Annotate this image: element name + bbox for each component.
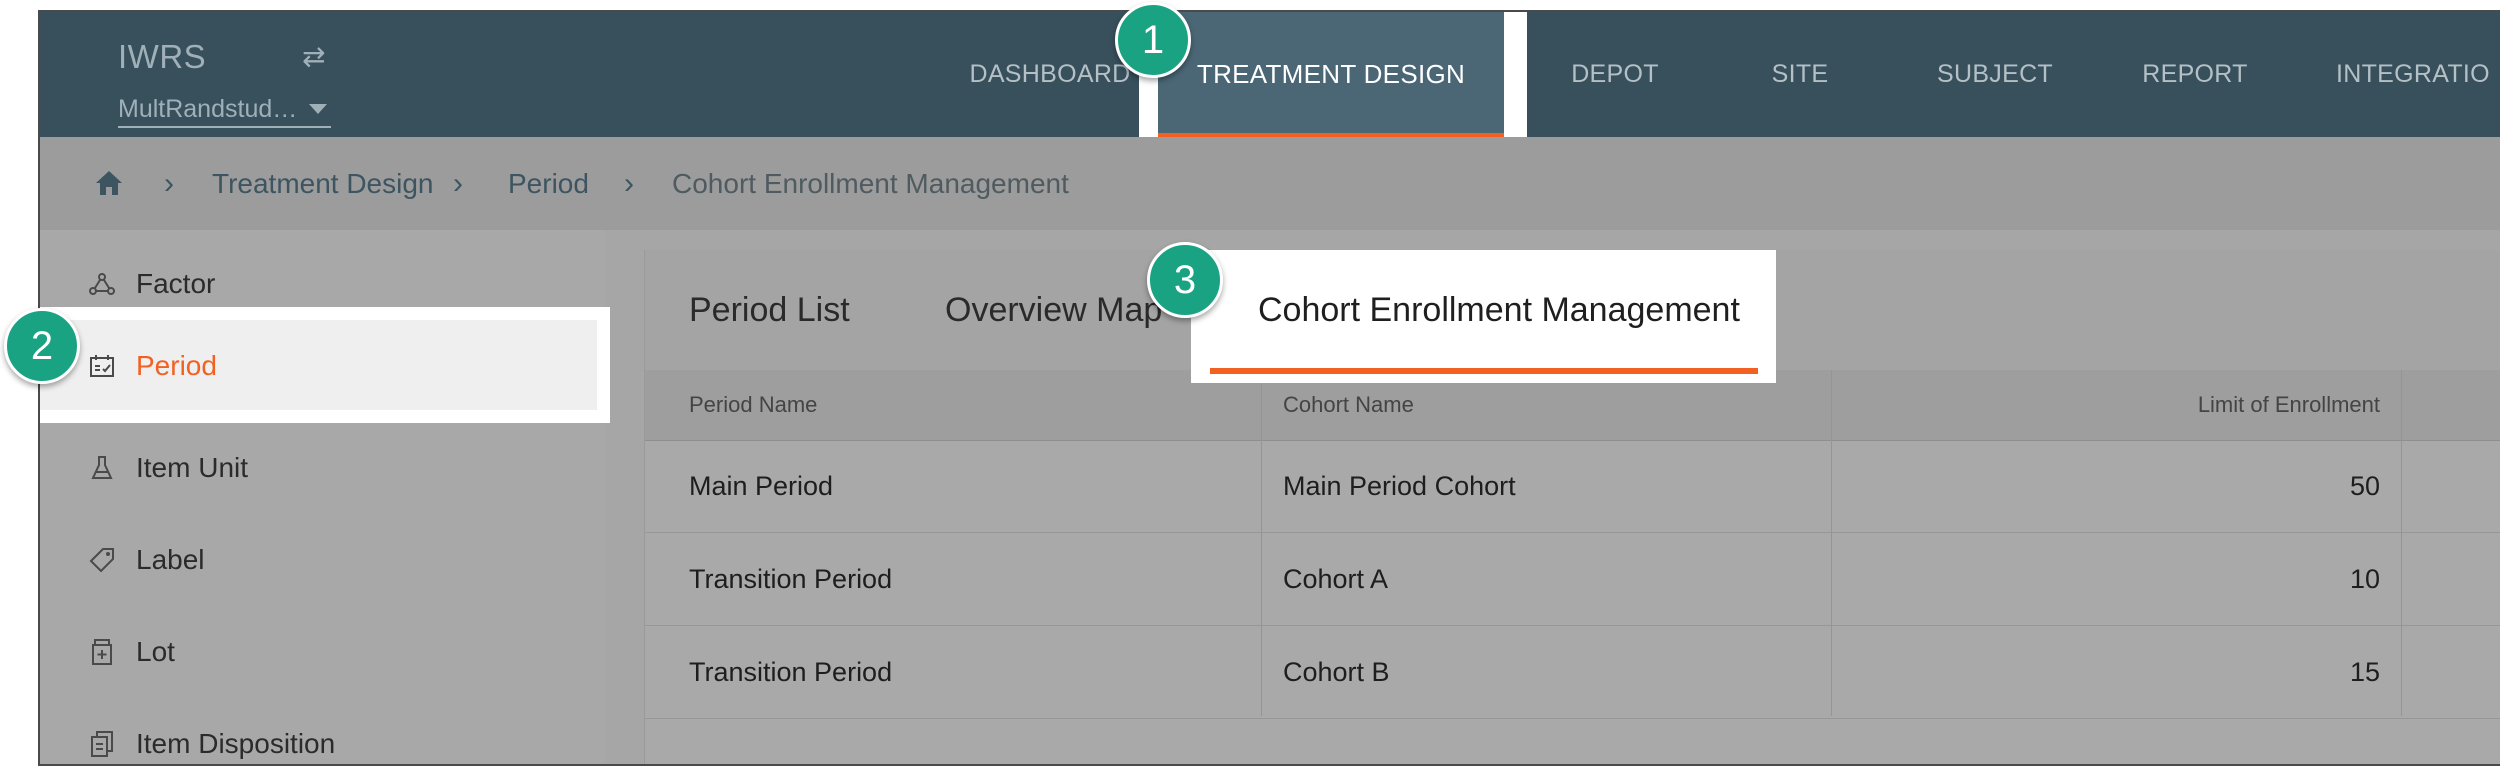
switch-arrows-icon[interactable]: ⇄ — [302, 40, 325, 73]
nav-report[interactable]: REPORT — [2125, 12, 2265, 137]
cell-limit-of-enrollment: 15 — [2349, 656, 2380, 687]
cell-period-name: Transition Period — [689, 656, 893, 687]
factor-icon — [88, 270, 116, 298]
sidebar-item-label: Label — [136, 544, 205, 575]
nav-site[interactable]: SITE — [1740, 12, 1860, 137]
nav-treatment-design[interactable]: TREATMENT DESIGN — [1158, 12, 1504, 137]
caret-down-icon — [309, 104, 328, 114]
cell-cohort-name: Main Period Cohort — [1283, 470, 1516, 501]
calendar-check-icon — [88, 352, 116, 380]
cell-limit-of-enrollment: 10 — [2349, 563, 2380, 594]
sidebar-item-label: Period — [136, 350, 217, 381]
step-marker-3: 3 — [1147, 242, 1223, 318]
chevron-right-icon: › — [453, 167, 463, 200]
table-row[interactable]: Main Period Main Period Cohort 50 — [645, 440, 2500, 533]
medicine-bottle-icon — [88, 638, 116, 666]
top-navigation-bar: IWRS ⇄ MultRandstud… DASHBOARD TREATMENT… — [40, 12, 2500, 154]
sidebar-item-label: Item Unit — [136, 452, 249, 483]
sidebar-item-label[interactable]: Label — [40, 514, 605, 606]
nav-integration[interactable]: INTEGRATIO — [2336, 12, 2500, 137]
documents-icon — [88, 730, 116, 758]
nav-depot[interactable]: DEPOT — [1550, 12, 1680, 137]
sidebar-item-item-unit[interactable]: Item Unit — [40, 422, 605, 514]
sidebar-item-factor[interactable]: Factor — [40, 238, 605, 330]
nav-subject[interactable]: SUBJECT — [1920, 12, 2070, 137]
cell-cohort-name: Cohort B — [1283, 656, 1390, 687]
tab-overview-map[interactable]: Overview Map — [945, 250, 1162, 370]
cell-period-name: Transition Period — [689, 563, 893, 594]
breadcrumb: › Treatment Design › Period › Cohort Enr… — [40, 137, 2500, 230]
tab-cohort-enrollment-management[interactable]: Cohort Enrollment Management — [1258, 250, 1740, 370]
sidebar-item-label: Item Disposition — [136, 728, 336, 759]
app-title: IWRS — [118, 38, 207, 75]
cell-period-name: Main Period — [689, 470, 834, 501]
flask-icon — [88, 454, 116, 482]
cell-limit-of-enrollment: 50 — [2349, 470, 2380, 501]
breadcrumb-treatment-design[interactable]: Treatment Design — [212, 168, 434, 200]
sidebar-item-item-disposition[interactable]: Item Disposition — [40, 698, 605, 764]
column-divider — [1261, 370, 1262, 716]
table-row[interactable]: Transition Period Cohort A 10 — [645, 533, 2500, 626]
tab-active-indicator — [1210, 368, 1758, 374]
app-window: IWRS ⇄ MultRandstud… DASHBOARD TREATMENT… — [38, 10, 2500, 766]
tag-icon — [88, 546, 116, 574]
column-divider — [1831, 370, 1832, 716]
sidebar-item-label: Lot — [136, 636, 175, 667]
column-divider — [2401, 370, 2402, 716]
sidebar-item-label: Factor — [136, 268, 216, 299]
column-header-limit-of-enrollment: Limit of Enrollment — [2197, 392, 2380, 417]
chevron-right-icon: › — [164, 167, 174, 200]
tab-period-list[interactable]: Period List — [689, 250, 850, 370]
step-marker-2: 2 — [4, 308, 80, 384]
study-selector[interactable]: MultRandstud… — [118, 92, 332, 128]
breadcrumb-current: Cohort Enrollment Management — [672, 168, 1069, 199]
sidebar-item-period[interactable]: Period — [40, 320, 605, 412]
column-header-period-name: Period Name — [689, 392, 818, 417]
table-row[interactable]: Transition Period Cohort B 15 — [645, 626, 2500, 719]
cell-cohort-name: Cohort A — [1283, 563, 1389, 594]
home-icon[interactable] — [94, 169, 124, 197]
sidebar-item-lot[interactable]: Lot — [40, 606, 605, 698]
study-selector-value: MultRandstud… — [118, 94, 298, 123]
chevron-right-icon: › — [624, 167, 634, 200]
step-marker-1: 1 — [1115, 2, 1191, 78]
breadcrumb-period[interactable]: Period — [508, 168, 589, 200]
